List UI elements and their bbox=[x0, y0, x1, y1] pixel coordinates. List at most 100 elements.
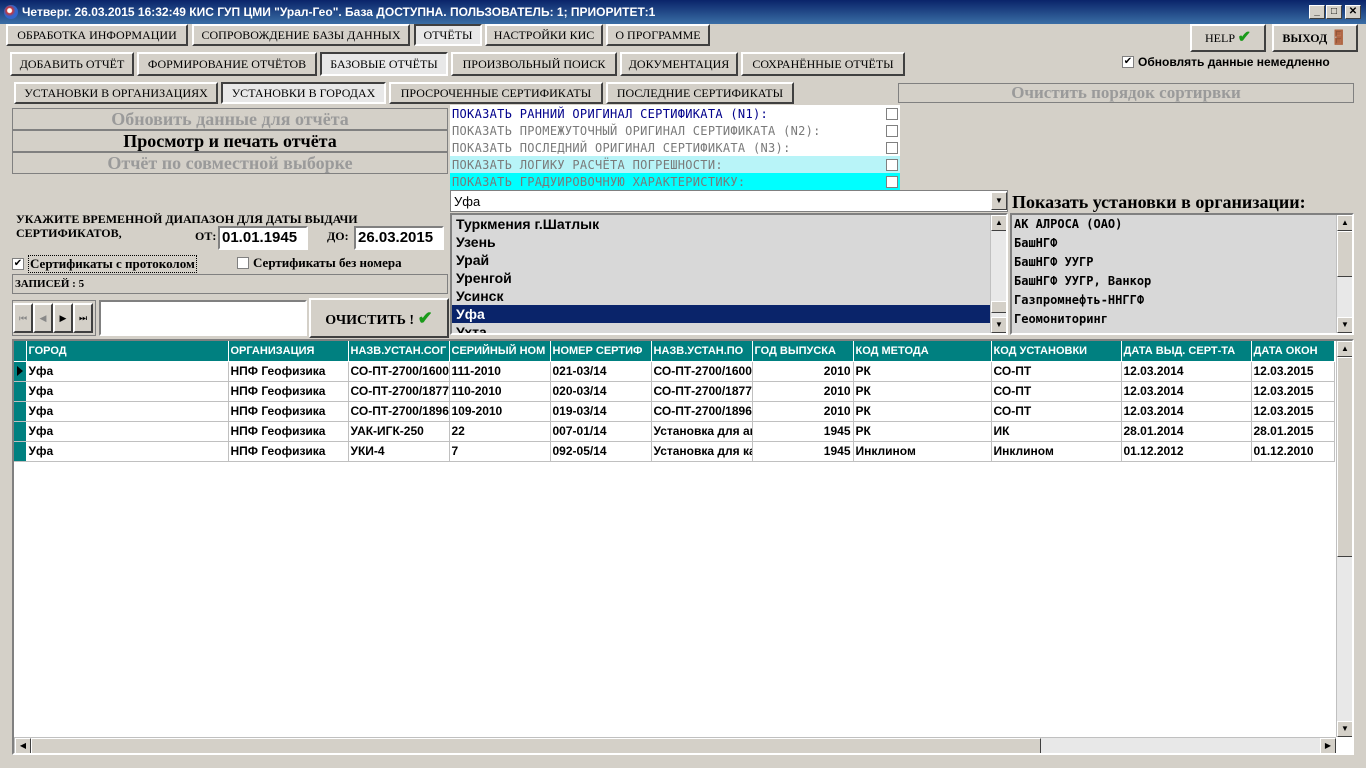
tab-city-installs[interactable]: УСТАНОВКИ В ГОРОДАХ bbox=[221, 82, 386, 104]
table-cell[interactable]: 28.01.2015 bbox=[1251, 421, 1335, 442]
option-calibration[interactable]: ПОКАЗАТЬ ГРАДУИРОВОЧНУЮ ХАРАКТЕРИСТИКУ: bbox=[450, 173, 900, 190]
table-cell[interactable]: Установка для ак bbox=[651, 421, 753, 442]
menu-about[interactable]: О ПРОГРАММЕ bbox=[606, 24, 710, 46]
table-cell[interactable]: 12.03.2015 bbox=[1251, 381, 1335, 402]
table-cell[interactable]: 12.03.2015 bbox=[1251, 361, 1335, 382]
column-header[interactable]: НАЗВ.УСТАН.ПО bbox=[651, 341, 753, 362]
column-header[interactable]: СЕРИЙНЫЙ НОМ bbox=[449, 341, 551, 362]
tab-saved-reports[interactable]: СОХРАНЁННЫЕ ОТЧЁТЫ bbox=[741, 52, 905, 76]
table-row[interactable]: Уфа НПФ Геофизика СО-ПТ-2700/1896 109-2010 0… bbox=[14, 401, 1335, 422]
option-checkbox[interactable] bbox=[886, 107, 898, 120]
table-cell[interactable]: Инклином bbox=[853, 441, 992, 462]
table-cell[interactable]: 109-2010 bbox=[449, 401, 551, 422]
row-indicator[interactable] bbox=[14, 441, 27, 462]
tab-last-certs[interactable]: ПОСЛЕДНИЕ СЕРТИФИКАТЫ bbox=[606, 82, 794, 104]
menu-reports[interactable]: ОТЧЁТЫ bbox=[414, 24, 482, 46]
scroll-thumb[interactable] bbox=[1337, 357, 1352, 557]
option-early-original[interactable]: ПОКАЗАТЬ РАННИЙ ОРИГИНАЛ СЕРТИФИКАТА (N1… bbox=[450, 105, 900, 122]
org-list-scrollbar[interactable]: ▲ ▼ bbox=[1336, 215, 1352, 333]
column-header[interactable]: НАЗВ.УСТАН.СОГ bbox=[348, 341, 450, 362]
tab-expired-certs[interactable]: ПРОСРОЧЕННЫЕ СЕРТИФИКАТЫ bbox=[389, 82, 603, 104]
table-cell[interactable]: 22 bbox=[449, 421, 551, 442]
city-list-item-selected[interactable]: Уфа bbox=[452, 305, 990, 323]
table-cell[interactable]: УАК-ИГК-250 bbox=[348, 421, 450, 442]
nav-prev-button[interactable]: ◀ bbox=[33, 303, 53, 333]
tab-documentation[interactable]: ДОКУМЕНТАЦИЯ bbox=[620, 52, 738, 76]
table-cell[interactable]: 12.03.2014 bbox=[1121, 401, 1252, 422]
scroll-down-icon[interactable]: ▼ bbox=[1337, 317, 1352, 333]
tab-base-reports[interactable]: БАЗОВЫЕ ОТЧЁТЫ bbox=[320, 52, 448, 76]
table-cell[interactable]: 092-05/14 bbox=[550, 441, 652, 462]
org-list-item[interactable]: БашНГФ bbox=[1012, 234, 1336, 253]
table-cell[interactable]: СО-ПТ-2700/1877 bbox=[651, 381, 753, 402]
option-checkbox[interactable] bbox=[886, 158, 898, 171]
table-row[interactable]: Уфа НПФ Геофизика СО-ПТ-2700/1877 110-2010 0… bbox=[14, 381, 1335, 402]
column-header[interactable]: ДАТА ВЫД. СЕРТ-ТА bbox=[1121, 341, 1252, 362]
table-cell[interactable]: СО-ПТ-2700/1896 bbox=[651, 401, 753, 422]
nav-next-button[interactable]: ▶ bbox=[53, 303, 73, 333]
table-row[interactable]: Уфа НПФ Геофизика СО-ПТ-2700/1600 111-2010 0… bbox=[14, 361, 1335, 382]
option-error-logic[interactable]: ПОКАЗАТЬ ЛОГИКУ РАСЧЁТА ПОГРЕШНОСТИ: bbox=[450, 156, 900, 173]
joint-report-button[interactable]: Отчёт по совместной выборке bbox=[12, 152, 448, 174]
city-list-item[interactable]: Урай bbox=[452, 251, 990, 269]
column-header[interactable]: КОД УСТАНОВКИ bbox=[991, 341, 1122, 362]
table-cell[interactable]: СО-ПТ bbox=[991, 381, 1122, 402]
column-header[interactable]: ДАТА ОКОН bbox=[1251, 341, 1335, 362]
table-cell[interactable]: 12.03.2015 bbox=[1251, 401, 1335, 422]
table-cell[interactable]: НПФ Геофизика bbox=[228, 361, 349, 382]
date-to-field[interactable]: 26.03.2015 bbox=[354, 226, 444, 250]
scroll-up-icon[interactable]: ▲ bbox=[1337, 341, 1352, 357]
nav-last-button[interactable]: ⏭ bbox=[73, 303, 93, 333]
table-cell[interactable]: Уфа bbox=[26, 441, 229, 462]
refresh-report-button[interactable]: Обновить данные для отчёта bbox=[12, 108, 448, 130]
table-cell[interactable]: СО-ПТ-2700/1896 bbox=[348, 401, 450, 422]
column-header[interactable]: ГОД ВЫПУСКА bbox=[752, 341, 854, 362]
chevron-down-icon[interactable]: ▼ bbox=[991, 192, 1007, 210]
navigator-search-input[interactable] bbox=[99, 300, 307, 336]
tab-build-reports[interactable]: ФОРМИРОВАНИЕ ОТЧЁТОВ bbox=[137, 52, 317, 76]
table-cell[interactable]: 7 bbox=[449, 441, 551, 462]
table-cell[interactable]: 12.03.2014 bbox=[1121, 381, 1252, 402]
table-cell[interactable]: 1945 bbox=[752, 421, 854, 442]
table-cell[interactable]: ИК bbox=[991, 421, 1122, 442]
table-cell[interactable]: 12.03.2014 bbox=[1121, 361, 1252, 382]
maximize-button[interactable]: □ bbox=[1326, 5, 1342, 19]
no-number-checkbox[interactable]: Сертификаты без номера bbox=[237, 255, 402, 271]
with-protocol-checkbox[interactable]: ✔ Сертификаты с протоколом bbox=[12, 255, 197, 273]
tab-add-report[interactable]: ДОБАВИТЬ ОТЧЁТ bbox=[10, 52, 134, 76]
table-cell[interactable]: Уфа bbox=[26, 381, 229, 402]
row-indicator[interactable] bbox=[14, 421, 27, 442]
tab-org-installs[interactable]: УСТАНОВКИ В ОРГАНИЗАЦИЯХ bbox=[14, 82, 218, 104]
option-checkbox[interactable] bbox=[886, 175, 898, 188]
table-cell[interactable]: РК bbox=[853, 381, 992, 402]
table-cell[interactable]: НПФ Геофизика bbox=[228, 441, 349, 462]
table-cell[interactable]: СО-ПТ-2700/1600 bbox=[651, 361, 753, 382]
scroll-up-icon[interactable]: ▲ bbox=[991, 215, 1006, 231]
table-cell[interactable]: 021-03/14 bbox=[550, 361, 652, 382]
grid-vscroll[interactable]: ▲ ▼ bbox=[1336, 341, 1352, 737]
city-list-scrollbar[interactable]: ▲ ▼ bbox=[990, 215, 1006, 333]
row-indicator[interactable] bbox=[14, 381, 27, 402]
scroll-up-icon[interactable]: ▲ bbox=[1337, 215, 1352, 231]
column-header[interactable]: ГОРОД bbox=[26, 341, 229, 362]
tab-custom-search[interactable]: ПРОИЗВОЛЬНЫЙ ПОИСК bbox=[451, 52, 617, 76]
table-cell[interactable]: 007-01/14 bbox=[550, 421, 652, 442]
scroll-left-icon[interactable]: ◀ bbox=[15, 738, 31, 753]
table-cell[interactable]: 019-03/14 bbox=[550, 401, 652, 422]
table-cell[interactable]: 111-2010 bbox=[449, 361, 551, 382]
print-preview-button[interactable]: Просмотр и печать отчёта bbox=[12, 130, 448, 152]
table-row[interactable]: Уфа НПФ Геофизика УАК-ИГК-250 22 007-01/14 Ус… bbox=[14, 421, 1335, 442]
scroll-down-icon[interactable]: ▼ bbox=[991, 317, 1006, 333]
scroll-thumb[interactable] bbox=[991, 301, 1006, 313]
scroll-thumb[interactable] bbox=[31, 738, 1041, 753]
table-cell[interactable]: 28.01.2014 bbox=[1121, 421, 1252, 442]
table-cell[interactable]: Установка для ка bbox=[651, 441, 753, 462]
table-cell[interactable]: 2010 bbox=[752, 401, 854, 422]
city-combo[interactable]: Уфа ▼ bbox=[450, 190, 1008, 212]
table-cell[interactable]: Уфа bbox=[26, 401, 229, 422]
row-indicator[interactable] bbox=[14, 401, 27, 422]
close-button[interactable]: ✕ bbox=[1345, 5, 1361, 19]
scroll-down-icon[interactable]: ▼ bbox=[1337, 721, 1352, 737]
table-cell[interactable]: НПФ Геофизика bbox=[228, 381, 349, 402]
org-list-item[interactable]: БашНГФ УУГР, Ванкор bbox=[1012, 272, 1336, 291]
